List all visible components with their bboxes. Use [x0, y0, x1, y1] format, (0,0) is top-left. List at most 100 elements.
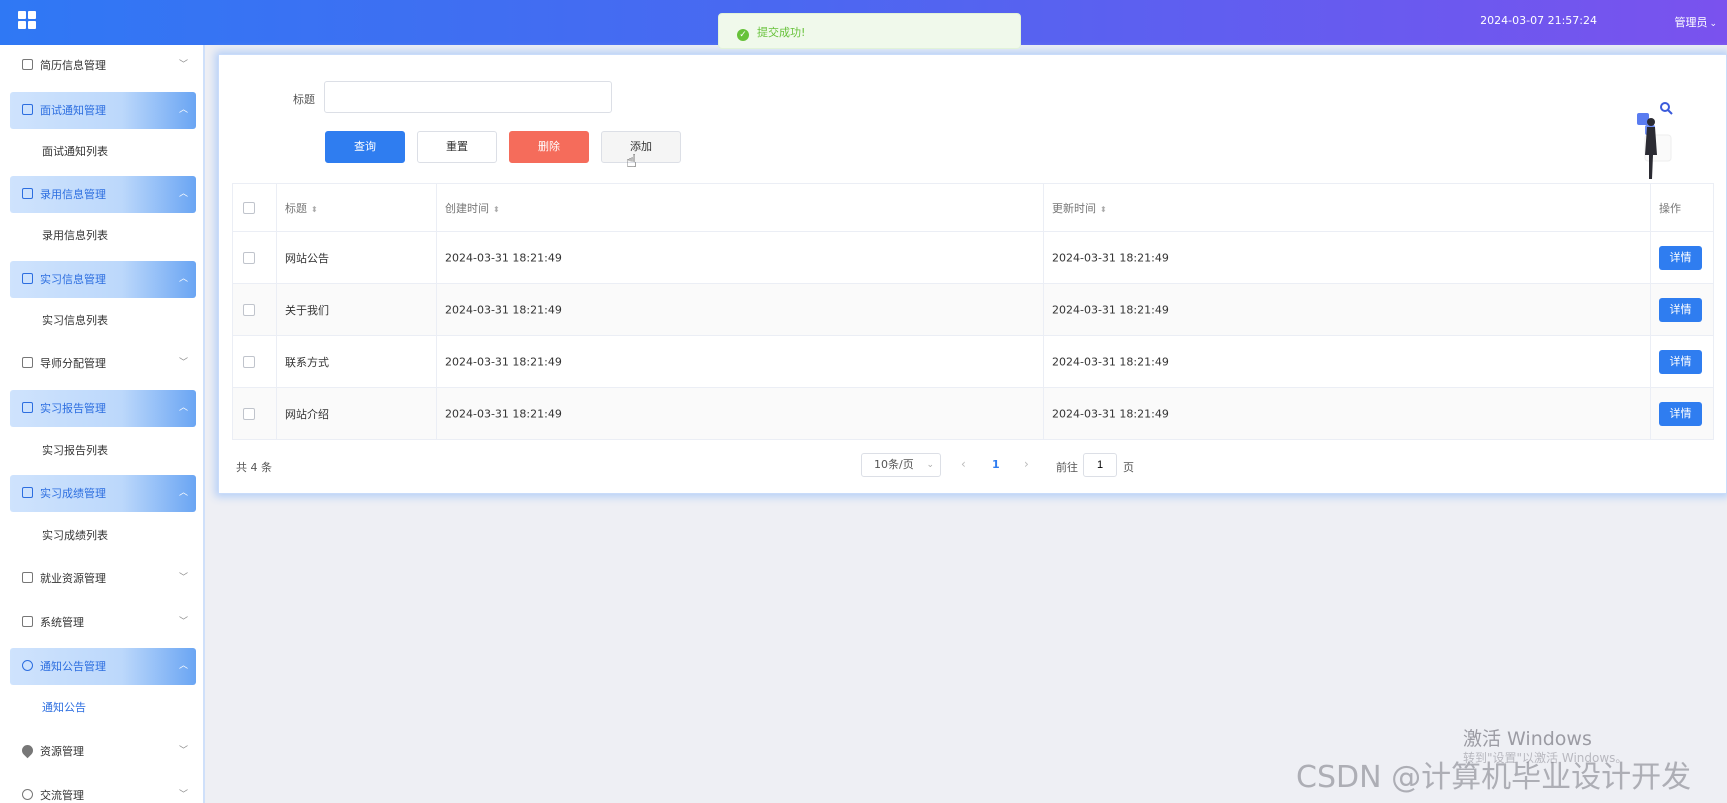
sidebar-item-label: 实习信息管理 — [40, 273, 106, 286]
sidebar-item-mentor[interactable]: 导师分配管理 ﹀ — [10, 345, 196, 382]
row-checkbox[interactable] — [243, 407, 255, 420]
apps-grid-icon[interactable] — [18, 11, 36, 29]
toast-message: 提交成功! — [757, 26, 806, 39]
user-menu[interactable]: 管理员 ⌄ — [1674, 14, 1717, 30]
column-header-label: 创建时间 — [445, 201, 489, 215]
sidebar-item-resume[interactable]: 简历信息管理 ﹀ — [10, 47, 196, 84]
sidebar-item-interview[interactable]: 面试通知管理 ︿ — [10, 92, 196, 129]
detail-button[interactable]: 详情 — [1659, 245, 1702, 270]
table-row: 联系方式 2024-03-31 18:21:49 2024-03-31 18:2… — [232, 336, 1714, 388]
delete-button[interactable]: 删除 — [509, 131, 589, 163]
cell-text: 2024-03-31 18:21:49 — [445, 251, 562, 264]
sidebar-subitem-notice[interactable]: 通知公告 — [10, 693, 196, 723]
sidebar-item-system[interactable]: 系统管理 ﹀ — [10, 604, 196, 641]
sidebar-item-label: 导师分配管理 — [40, 357, 106, 370]
sidebar-subitem-interview-list[interactable]: 面试通知列表 — [10, 137, 196, 167]
cell-text: 2024-03-31 18:21:49 — [445, 303, 562, 316]
chevron-down-icon: ﹀ — [178, 617, 188, 627]
page-number-current[interactable]: 1 — [992, 458, 1000, 471]
cell-text: 2024-03-31 18:21:49 — [1052, 355, 1169, 368]
sidebar-subitem-grades-list[interactable]: 实习成绩列表 — [10, 521, 196, 551]
row-select-cell — [232, 284, 277, 335]
chevron-down-icon: ﹀ — [178, 358, 188, 368]
sidebar-item-hiring[interactable]: 录用信息管理 ︿ — [10, 176, 196, 213]
cell-title: 网站公告 — [277, 232, 437, 283]
user-name: 管理员 — [1674, 16, 1708, 29]
csdn-watermark: CSDN @计算机毕业设计开发 — [1296, 760, 1692, 795]
chevron-down-icon: ⌄ — [926, 460, 934, 470]
document-icon — [22, 188, 33, 199]
title-filter-label: 标题 — [293, 93, 315, 106]
sidebar-item-label: 录用信息管理 — [40, 188, 106, 201]
sidebar-item-label: 实习成绩管理 — [40, 487, 106, 500]
select-all-checkbox[interactable] — [243, 201, 255, 214]
page-size-select[interactable]: 10条/页 ⌄ — [861, 453, 941, 477]
document-icon — [22, 487, 33, 498]
sidebar-item-grades[interactable]: 实习成绩管理 ︿ — [10, 475, 196, 512]
row-checkbox[interactable] — [243, 251, 255, 264]
chevron-down-icon: ﹀ — [178, 790, 188, 800]
sidebar-subitem-hiring-list[interactable]: 录用信息列表 — [10, 221, 196, 251]
cell-text: 网站公告 — [285, 251, 329, 265]
column-header-label: 标题 — [285, 201, 307, 215]
sidebar-subitem-report-list[interactable]: 实习报告列表 — [10, 436, 196, 466]
column-header-title[interactable]: 标题 ⬍ — [277, 184, 437, 231]
header-datetime: 2024-03-07 21:57:24 — [1480, 14, 1597, 27]
add-button[interactable]: 添加 — [601, 131, 681, 163]
goto-page-input[interactable] — [1083, 453, 1117, 477]
sidebar-item-report[interactable]: 实习报告管理 ︿ — [10, 390, 196, 427]
table-row: 网站公告 2024-03-31 18:21:49 2024-03-31 18:2… — [232, 232, 1714, 284]
column-header-updated[interactable]: 更新时间 ⬍ — [1044, 184, 1651, 231]
reset-button[interactable]: 重置 — [417, 131, 497, 163]
row-select-cell — [232, 232, 277, 283]
detail-button[interactable]: 详情 — [1659, 401, 1702, 426]
page-size-value: 10条/页 — [874, 458, 914, 471]
row-select-cell — [232, 388, 277, 439]
info-circle-icon — [22, 660, 33, 671]
notice-table: 标题 ⬍ 创建时间 ⬍ 更新时间 ⬍ 操作 网站公告 2024-03-31 18:21… — [232, 183, 1714, 440]
prev-page-button[interactable]: ‹ — [961, 457, 966, 471]
cell-action: 详情 — [1651, 284, 1714, 335]
cell-updated: 2024-03-31 18:21:49 — [1044, 284, 1651, 335]
chevron-up-icon: ︿ — [178, 105, 188, 115]
column-header-action: 操作 — [1651, 184, 1714, 231]
sidebar-item-label: 面试通知管理 — [40, 104, 106, 117]
row-checkbox[interactable] — [243, 355, 255, 368]
next-page-button[interactable]: › — [1024, 457, 1029, 471]
sidebar-item-communication[interactable]: 交流管理 ﹀ — [10, 777, 196, 803]
chat-icon — [22, 789, 33, 800]
sidebar-item-resources[interactable]: 资源管理 ﹀ — [10, 733, 196, 770]
chevron-up-icon: ︿ — [178, 488, 188, 498]
title-filter-input[interactable] — [324, 81, 612, 113]
main-panel: 标题 查询 重置 删除 添加 ☝ 标题 ⬍ 创建时间 ⬍ 更新时间 ⬍ 操作 网站公告… — [218, 54, 1727, 494]
row-checkbox[interactable] — [243, 303, 255, 316]
detail-button[interactable]: 详情 — [1659, 297, 1702, 322]
cell-updated: 2024-03-31 18:21:49 — [1044, 336, 1651, 387]
detail-button[interactable]: 详情 — [1659, 349, 1702, 374]
chevron-up-icon: ︿ — [178, 661, 188, 671]
cell-title: 联系方式 — [277, 336, 437, 387]
document-icon — [22, 104, 33, 115]
sidebar-item-label: 就业资源管理 — [40, 572, 106, 585]
search-button[interactable]: 查询 — [325, 131, 405, 163]
cell-created: 2024-03-31 18:21:49 — [437, 336, 1044, 387]
column-header-label: 操作 — [1659, 201, 1681, 215]
chevron-up-icon: ︿ — [178, 403, 188, 413]
sort-icon[interactable]: ⬍ — [1100, 205, 1107, 214]
sidebar-item-label: 通知公告管理 — [40, 660, 106, 673]
cell-created: 2024-03-31 18:21:49 — [437, 284, 1044, 335]
sidebar-item-internship[interactable]: 实习信息管理 ︿ — [10, 261, 196, 298]
sidebar-item-notice[interactable]: 通知公告管理 ︿ — [10, 648, 196, 685]
sort-icon[interactable]: ⬍ — [311, 205, 318, 214]
success-toast: ✓ 提交成功! — [718, 13, 1021, 49]
cell-updated: 2024-03-31 18:21:49 — [1044, 232, 1651, 283]
sort-icon[interactable]: ⬍ — [493, 205, 500, 214]
table-row: 关于我们 2024-03-31 18:21:49 2024-03-31 18:2… — [232, 284, 1714, 336]
document-icon — [22, 59, 33, 70]
sidebar-item-employment[interactable]: 就业资源管理 ﹀ — [10, 560, 196, 597]
chevron-down-icon: ﹀ — [178, 746, 188, 756]
column-header-created[interactable]: 创建时间 ⬍ — [437, 184, 1044, 231]
chevron-down-icon: ﹀ — [178, 573, 188, 583]
sidebar: 简历信息管理 ﹀ 面试通知管理 ︿ 面试通知列表 录用信息管理 ︿ 录用信息列表 实习… — [0, 45, 205, 803]
sidebar-subitem-internship-list[interactable]: 实习信息列表 — [10, 306, 196, 336]
